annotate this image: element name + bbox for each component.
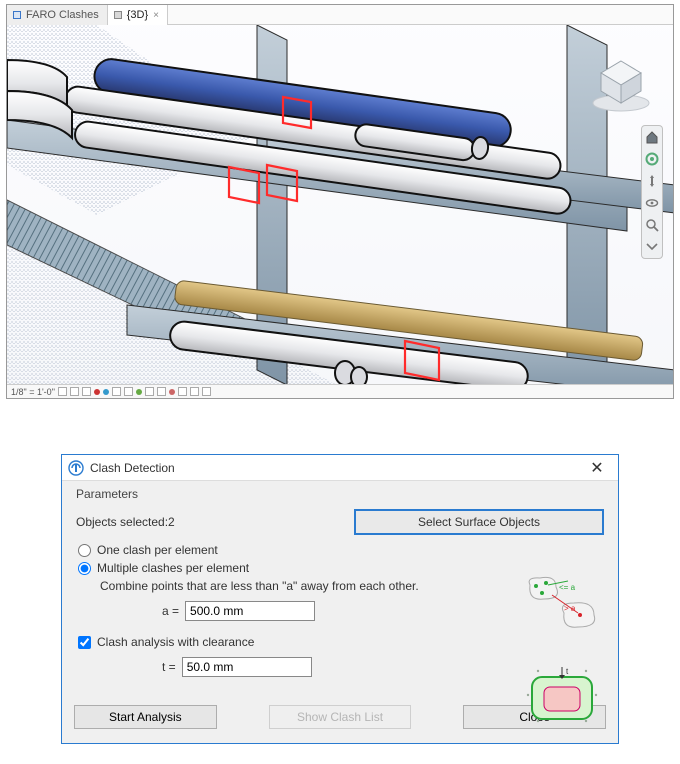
dialog-title: Clash Detection [90, 461, 175, 475]
svg-text:> a: > a [564, 604, 576, 613]
wheel-icon[interactable] [644, 151, 660, 167]
clearance-label: Clash analysis with clearance [97, 635, 254, 649]
sb-dot-red[interactable] [94, 389, 100, 395]
radio-multiple-clashes-input[interactable] [78, 562, 91, 575]
sb-icon-1[interactable] [58, 387, 67, 396]
svg-text:<= a: <= a [559, 583, 576, 592]
viewport-3d[interactable] [7, 25, 673, 385]
tab-label: {3D} [127, 9, 148, 21]
home-icon[interactable] [644, 129, 660, 145]
orbit-icon[interactable] [644, 195, 660, 211]
tab-icon [114, 11, 122, 19]
start-analysis-button[interactable]: Start Analysis [74, 705, 217, 729]
diagram-clearance-t: t [522, 665, 602, 725]
param-a-input[interactable] [185, 601, 315, 621]
param-t-label: t = [162, 660, 176, 674]
diagram-distance-a: <= a > a [522, 573, 602, 633]
radio-one-clash-label: One clash per element [97, 543, 218, 557]
sb-icon-4[interactable] [112, 387, 121, 396]
sb-icon-10[interactable] [202, 387, 211, 396]
scale-readout: 1/8" = 1'-0" [11, 387, 55, 397]
viewcube[interactable] [589, 53, 653, 117]
chevron-down-icon[interactable] [644, 239, 660, 255]
zoom-icon[interactable] [644, 217, 660, 233]
sb-icon-2[interactable] [70, 387, 79, 396]
close-button[interactable]: ✕ [582, 458, 612, 478]
radio-one-clash[interactable]: One clash per element [78, 543, 604, 557]
objects-selected-label: Objects selected:2 [76, 515, 175, 529]
radio-one-clash-input[interactable] [78, 544, 91, 557]
parameters-label: Parameters [76, 487, 604, 501]
param-a-label: a = [162, 604, 179, 618]
sb-icon-9[interactable] [190, 387, 199, 396]
clearance-checkbox[interactable] [78, 636, 91, 649]
dialog-titlebar[interactable]: Clash Detection ✕ [62, 455, 618, 481]
scene-illustration [7, 25, 673, 385]
close-icon[interactable]: × [153, 10, 159, 21]
show-clash-list-button: Show Clash List [269, 705, 412, 729]
tab-label: FARO Clashes [26, 9, 99, 21]
clearance-checkbox-row[interactable]: Clash analysis with clearance [78, 635, 604, 649]
sb-icon-8[interactable] [178, 387, 187, 396]
sb-dot-blue[interactable] [103, 389, 109, 395]
objects-selected-count: 2 [168, 515, 175, 529]
app-icon [68, 460, 84, 476]
sb-icon-3[interactable] [82, 387, 91, 396]
tab-icon [13, 11, 21, 19]
select-surface-objects-button[interactable]: Select Surface Objects [354, 509, 604, 535]
svg-text:t: t [566, 667, 569, 676]
param-t-input[interactable] [182, 657, 312, 677]
nav-toolbar [641, 125, 663, 259]
model-view-panel: FARO Clashes {3D} × [6, 4, 674, 399]
radio-multiple-clashes-label: Multiple clashes per element [97, 561, 249, 575]
sb-icon-5[interactable] [124, 387, 133, 396]
status-bar: 1/8" = 1'-0" [7, 384, 673, 398]
tab-faro-clashes[interactable]: FARO Clashes [7, 5, 108, 25]
sb-icon-7[interactable] [157, 387, 166, 396]
tab-3d[interactable]: {3D} × [108, 5, 168, 25]
pan-icon[interactable] [644, 173, 660, 189]
view-tabs: FARO Clashes {3D} × [7, 5, 673, 25]
clash-detection-dialog: Clash Detection ✕ Parameters Objects sel… [61, 454, 619, 744]
sb-dot-red2[interactable] [169, 389, 175, 395]
sb-icon-6[interactable] [145, 387, 154, 396]
sb-dot-green[interactable] [136, 389, 142, 395]
